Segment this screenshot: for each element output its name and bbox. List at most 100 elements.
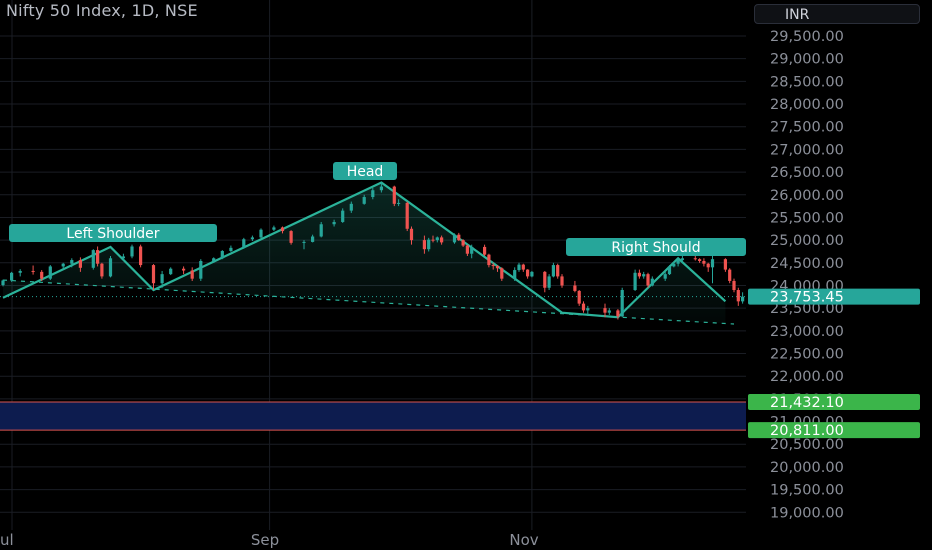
candle[interactable] — [728, 268, 732, 284]
candle-body — [427, 239, 431, 250]
candle[interactable] — [741, 292, 745, 304]
candle[interactable] — [556, 263, 560, 279]
candle[interactable] — [526, 269, 530, 279]
candle-body — [272, 227, 276, 230]
candle-body — [379, 186, 383, 191]
y-tick-label: 23,000.00 — [770, 324, 844, 340]
candle[interactable] — [581, 301, 586, 313]
candle-body — [556, 265, 560, 277]
candle-body — [280, 227, 285, 232]
candle[interactable] — [530, 270, 534, 278]
candle[interactable] — [151, 264, 156, 291]
y-tick-label: 22,000.00 — [770, 369, 844, 385]
candle[interactable] — [242, 237, 246, 249]
candle-body — [409, 228, 414, 241]
y-tick-label: 28,000.00 — [770, 97, 844, 113]
candle[interactable] — [272, 225, 276, 232]
time-axis[interactable]: ul Sep Nov — [0, 531, 539, 549]
candle-body — [10, 272, 14, 281]
candle-body — [422, 240, 426, 250]
candle[interactable] — [607, 308, 611, 315]
candle[interactable] — [702, 258, 706, 267]
candle[interactable] — [483, 244, 487, 256]
candle-body — [487, 254, 491, 266]
candle[interactable] — [637, 269, 641, 279]
y-tick-label: 27,500.00 — [770, 120, 844, 136]
candle-body — [341, 210, 345, 222]
price-axis[interactable]: 29,500.00 29,000.00 28,500.00 28,000.00 27,5… — [748, 29, 920, 521]
candle-body — [182, 268, 186, 271]
candle-body — [440, 237, 444, 243]
candle[interactable] — [130, 244, 134, 259]
candle[interactable] — [229, 245, 233, 252]
candle-body — [521, 264, 525, 270]
candle[interactable] — [551, 262, 555, 278]
candle[interactable] — [723, 258, 727, 272]
candle-body — [229, 247, 233, 252]
candle[interactable] — [220, 250, 224, 260]
candle-body — [732, 280, 736, 291]
candle-body — [212, 258, 216, 261]
candle[interactable] — [18, 269, 22, 277]
candle[interactable] — [547, 274, 551, 291]
candle[interactable] — [289, 230, 293, 245]
candle[interactable] — [620, 287, 624, 318]
candle[interactable] — [698, 258, 702, 263]
candle[interactable] — [319, 221, 323, 238]
candle[interactable] — [169, 267, 173, 276]
candle[interactable] — [100, 262, 104, 279]
candle[interactable] — [732, 278, 736, 293]
y-tick-label: 20,000.00 — [770, 460, 844, 476]
x-tick-label: Sep — [251, 531, 279, 549]
candle[interactable] — [517, 262, 521, 272]
candle[interactable] — [577, 290, 581, 306]
candle[interactable] — [199, 259, 203, 281]
candle-body — [190, 270, 194, 279]
candle[interactable] — [10, 271, 14, 282]
candle[interactable] — [91, 249, 95, 270]
candle[interactable] — [96, 246, 100, 267]
chart-canvas[interactable]: Left Shoulder Head Right Should 29,500.002… — [0, 0, 932, 550]
zone-lower-tag[interactable]: 20,811.00 — [748, 422, 920, 439]
pattern-label[interactable]: Head — [333, 162, 397, 180]
candle[interactable] — [521, 263, 525, 272]
candle[interactable] — [667, 265, 672, 276]
candle-body — [1, 280, 5, 286]
candle-body — [289, 231, 293, 243]
last-price-tag[interactable]: 23,753.45 — [748, 288, 920, 306]
candle-body — [672, 263, 676, 267]
candle-body — [530, 271, 534, 277]
pattern-label[interactable]: Left Shoulder — [9, 224, 217, 242]
candle[interactable] — [182, 266, 186, 275]
candle[interactable] — [457, 232, 461, 242]
candle[interactable] — [392, 185, 396, 207]
candle[interactable] — [736, 287, 740, 306]
candle-body — [702, 260, 706, 264]
candle-body — [491, 265, 495, 267]
candle-body — [620, 290, 624, 317]
zone-upper-tag[interactable]: 21,432.10 — [748, 393, 920, 411]
currency-selector[interactable]: INR — [754, 4, 920, 24]
candle-body — [650, 278, 654, 286]
candle-body — [199, 260, 203, 279]
candle[interactable] — [543, 270, 547, 293]
candle[interactable] — [573, 280, 577, 293]
candle[interactable] — [650, 276, 654, 287]
candle[interactable] — [633, 269, 637, 291]
candle[interactable] — [48, 265, 52, 281]
candle-body — [319, 224, 323, 237]
candle[interactable] — [452, 233, 457, 244]
candle[interactable] — [710, 255, 715, 284]
candle[interactable] — [706, 262, 710, 272]
y-tick-label: 24,500.00 — [770, 256, 844, 272]
candle[interactable] — [108, 255, 113, 278]
supply-demand-zone — [0, 401, 746, 431]
candle[interactable] — [139, 244, 143, 268]
pattern-label[interactable]: Right Should — [566, 238, 746, 256]
candle[interactable] — [31, 265, 35, 275]
candle[interactable] — [642, 271, 646, 279]
candle-body — [581, 303, 586, 311]
candle-body — [169, 268, 173, 275]
candle[interactable] — [405, 201, 409, 232]
candle[interactable] — [259, 228, 263, 239]
